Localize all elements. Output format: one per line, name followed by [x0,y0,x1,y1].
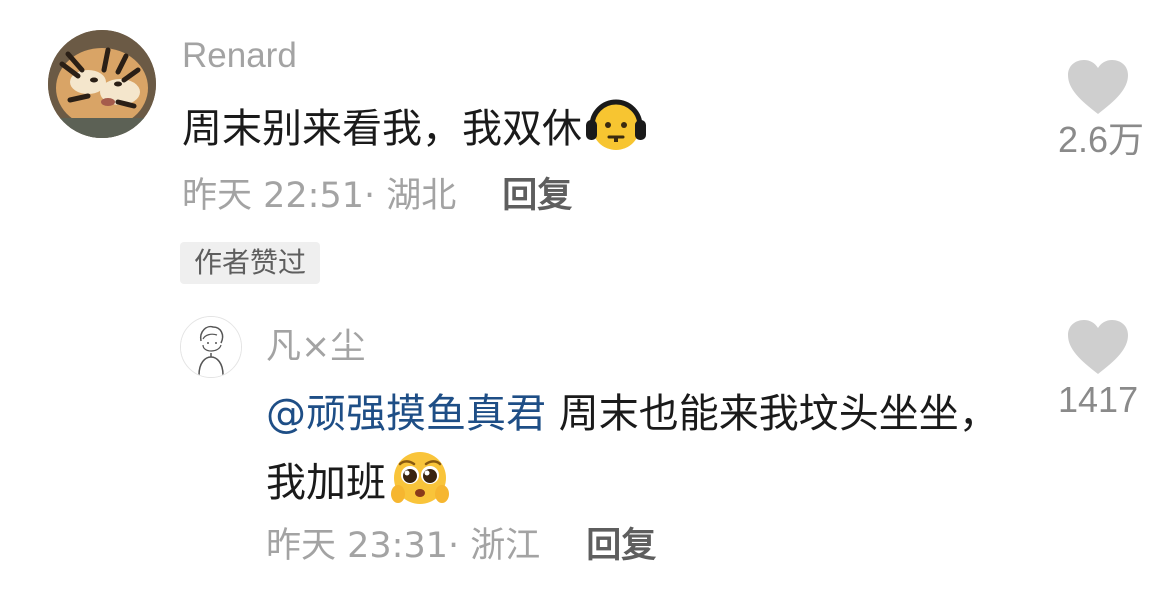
sketch-avatar-image [181,317,241,377]
mention-link[interactable]: @顽强摸鱼真君 [266,391,546,437]
heart-icon[interactable] [1066,318,1130,376]
comment-meta: 昨天 22:51· 湖北 回复 [182,176,573,216]
author-liked-badge: 作者赞过 [180,242,321,284]
timestamp: 昨天 22:51 [182,176,364,216]
reply-text: @顽强摸鱼真君 周末也能来我坟头坐坐，我加班 [266,382,1026,515]
username[interactable]: Renard [182,36,297,76]
like-button[interactable]: 1417 [1058,318,1138,420]
reply-button[interactable]: 回复 [586,526,656,566]
comment-text: 周末别来看我，我双休 [182,92,648,157]
avatar[interactable] [48,30,156,138]
timestamp: 昨天 23:31 [266,526,448,566]
comment-body: 周末别来看我，我双休 [182,106,582,152]
reply-meta: 昨天 23:31· 浙江 回复 [266,526,657,566]
avatar[interactable] [180,316,242,378]
heart-icon[interactable] [1066,58,1130,116]
pleading-face-emoji-icon [388,446,452,510]
reply-button[interactable]: 回复 [502,176,572,216]
headphones-face-emoji-icon [584,92,648,156]
like-button[interactable]: 2.6万 [1058,58,1145,160]
tiger-avatar-image [48,30,156,138]
username[interactable]: 凡×尘 [266,326,365,368]
location: 湖北 [386,176,457,216]
like-count: 2.6万 [1058,119,1145,160]
like-count: 1417 [1058,379,1139,420]
location: 浙江 [470,526,541,566]
